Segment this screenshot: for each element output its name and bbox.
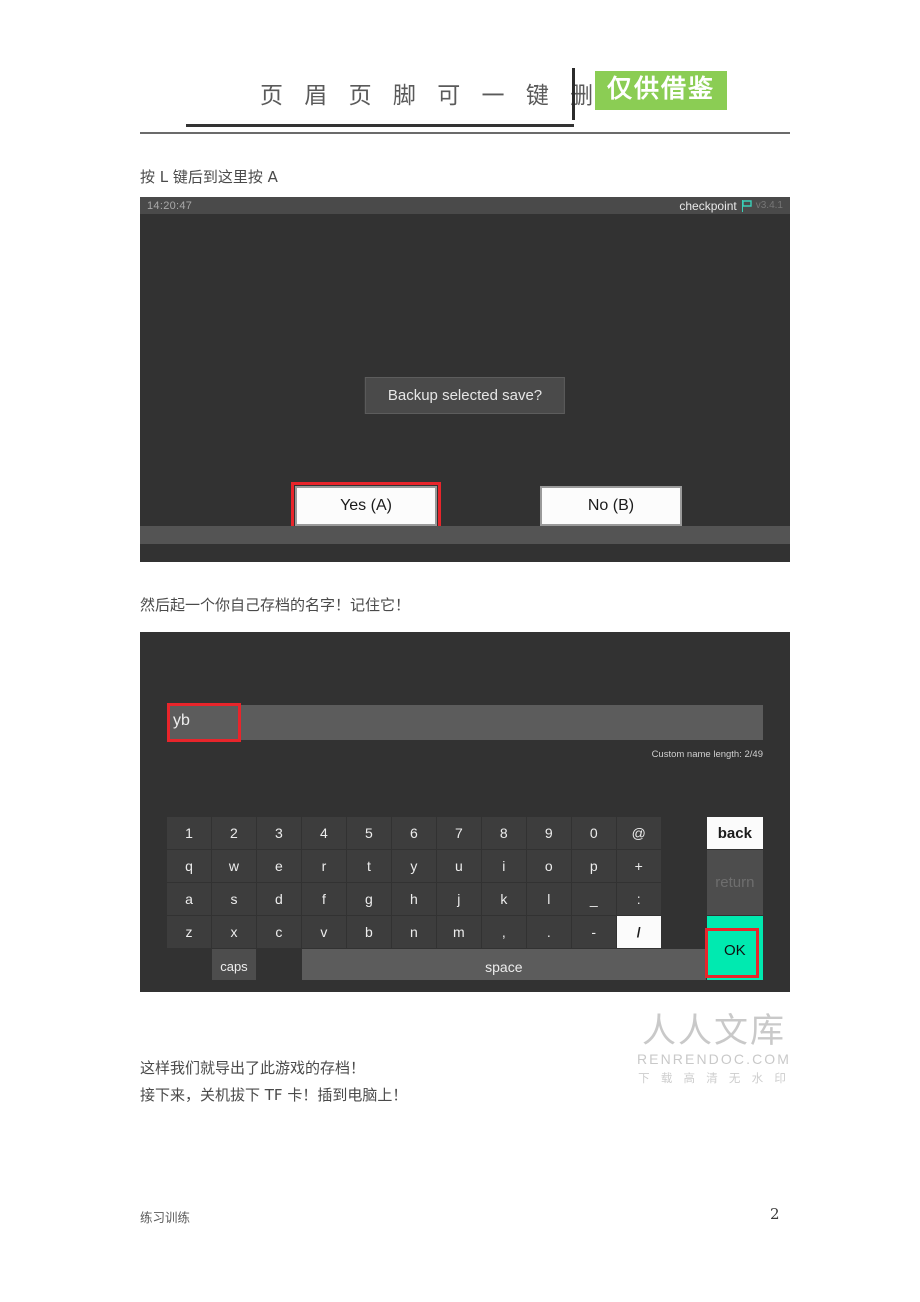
footer-label: 练习训练 <box>140 1210 191 1225</box>
key-s[interactable]: s <box>211 883 256 915</box>
key-w[interactable]: w <box>211 850 256 882</box>
key-k[interactable]: k <box>481 883 526 915</box>
key-r[interactable]: r <box>301 850 346 882</box>
key-o[interactable]: o <box>526 850 571 882</box>
key-7[interactable]: 7 <box>436 817 481 849</box>
key-x[interactable]: x <box>211 916 256 948</box>
on-screen-keyboard[interactable]: 1 2 3 4 5 6 7 8 9 0 @ back q w e r t y u… <box>167 817 763 984</box>
document-header: 页 眉 页 脚 可 一 键 删 除 仅供借鉴 <box>140 66 790 134</box>
key-slash[interactable]: / <box>616 916 661 948</box>
key-u[interactable]: u <box>436 850 481 882</box>
key-c[interactable]: c <box>256 916 301 948</box>
clock-label: 14:20:47 <box>147 199 193 212</box>
key-spacer-row4 <box>661 916 706 948</box>
key-underscore[interactable]: _ <box>571 883 616 915</box>
header-rule <box>140 132 790 134</box>
header-title: 页 眉 页 脚 可 一 键 删 除 <box>260 83 645 109</box>
key-z[interactable]: z <box>167 916 211 948</box>
key-plus[interactable]: + <box>616 850 661 882</box>
key-e[interactable]: e <box>256 850 301 882</box>
no-button[interactable]: No (B) <box>540 486 682 526</box>
page-number: 2 <box>770 1205 780 1223</box>
version-label: v3.4.1 <box>755 200 783 211</box>
header-badge: 仅供借鉴 <box>595 71 728 110</box>
checkpoint-stage: Backup selected save? Yes (A) No (B) <box>140 214 790 544</box>
key-j[interactable]: j <box>436 883 481 915</box>
key-space[interactable]: space <box>301 949 706 984</box>
key-p[interactable]: p <box>571 850 616 882</box>
ok-button[interactable]: OK <box>706 916 763 984</box>
checkpoint-bottombar <box>140 526 790 544</box>
instruction-text-3: 这样我们就导出了此游戏的存档！ 接下来，关机拔下 TF 卡！插到电脑上！ <box>140 1059 408 1104</box>
key-2[interactable]: 2 <box>211 817 256 849</box>
key-v[interactable]: v <box>301 916 346 948</box>
key-comma[interactable]: , <box>481 916 526 948</box>
key-t[interactable]: t <box>346 850 391 882</box>
watermark-subtitle: 下 载 高 清 无 水 印 <box>638 1073 790 1085</box>
header-row: 页 眉 页 脚 可 一 键 删 除 仅供借鉴 <box>140 66 790 127</box>
keyboard-bottom-strip <box>140 980 790 992</box>
key-q[interactable]: q <box>167 850 211 882</box>
key-b[interactable]: b <box>346 916 391 948</box>
key-1[interactable]: 1 <box>167 817 211 849</box>
key-y[interactable]: y <box>391 850 436 882</box>
app-name-label: checkpoint <box>679 198 737 213</box>
key-4[interactable]: 4 <box>301 817 346 849</box>
keyboard-screenshot: yb Custom name length: 2/49 1 2 3 4 5 6 … <box>140 632 790 992</box>
name-length-counter: Custom name length: 2/49 <box>651 749 763 760</box>
key-at[interactable]: @ <box>616 817 661 849</box>
name-input-value: yb <box>173 712 190 729</box>
watermark-title: 人人文库 <box>642 1011 786 1051</box>
checkpoint-brand: checkpoint v3.4.1 <box>679 199 783 213</box>
key-spacer-row1 <box>661 817 706 849</box>
key-6[interactable]: 6 <box>391 817 436 849</box>
key-spacer-row2 <box>661 850 706 882</box>
key-spacer-row5-mid <box>256 949 301 984</box>
key-a[interactable]: a <box>167 883 211 915</box>
checkpoint-dialog-screenshot: 14:20:47 checkpoint v3.4.1 Backup select… <box>140 197 790 562</box>
key-3[interactable]: 3 <box>256 817 301 849</box>
key-spacer-row5-left <box>167 949 211 984</box>
key-i[interactable]: i <box>481 850 526 882</box>
key-h[interactable]: h <box>391 883 436 915</box>
key-hyphen[interactable]: - <box>571 916 616 948</box>
checkpoint-topbar: 14:20:47 checkpoint v3.4.1 <box>140 197 790 214</box>
instruction-text-1: 按 L 键后到这里按 A <box>140 168 278 186</box>
key-f[interactable]: f <box>301 883 346 915</box>
flag-icon <box>741 199 752 212</box>
key-n[interactable]: n <box>391 916 436 948</box>
keyboard-input-area: yb Custom name length: 2/49 <box>140 632 790 817</box>
key-colon[interactable]: : <box>616 883 661 915</box>
key-l[interactable]: l <box>526 883 571 915</box>
header-underline <box>186 124 574 127</box>
name-input-field[interactable] <box>167 705 763 740</box>
key-g[interactable]: g <box>346 883 391 915</box>
key-backspace[interactable]: back <box>706 817 763 849</box>
key-5[interactable]: 5 <box>346 817 391 849</box>
key-9[interactable]: 9 <box>526 817 571 849</box>
document-page: 页 眉 页 脚 可 一 键 删 除 仅供借鉴 按 L 键后到这里按 A 14:2… <box>0 0 920 1302</box>
key-8[interactable]: 8 <box>481 817 526 849</box>
dialog-message: Backup selected save? <box>364 377 566 414</box>
key-return[interactable]: return <box>706 850 763 915</box>
header-divider <box>572 68 575 120</box>
key-m[interactable]: m <box>436 916 481 948</box>
watermark-domain: RENRENDOC.COM <box>636 1051 792 1067</box>
instruction-text-2: 然后起一个你自己存档的名字！记住它！ <box>140 596 411 614</box>
key-d[interactable]: d <box>256 883 301 915</box>
key-caps[interactable]: caps <box>211 949 256 984</box>
key-0[interactable]: 0 <box>571 817 616 849</box>
yes-button[interactable]: Yes (A) <box>295 486 437 526</box>
key-spacer-row3 <box>661 883 706 915</box>
watermark: 人人文库 RENRENDOC.COM 下 载 高 清 无 水 印 <box>636 1012 792 1086</box>
key-period[interactable]: . <box>526 916 571 948</box>
